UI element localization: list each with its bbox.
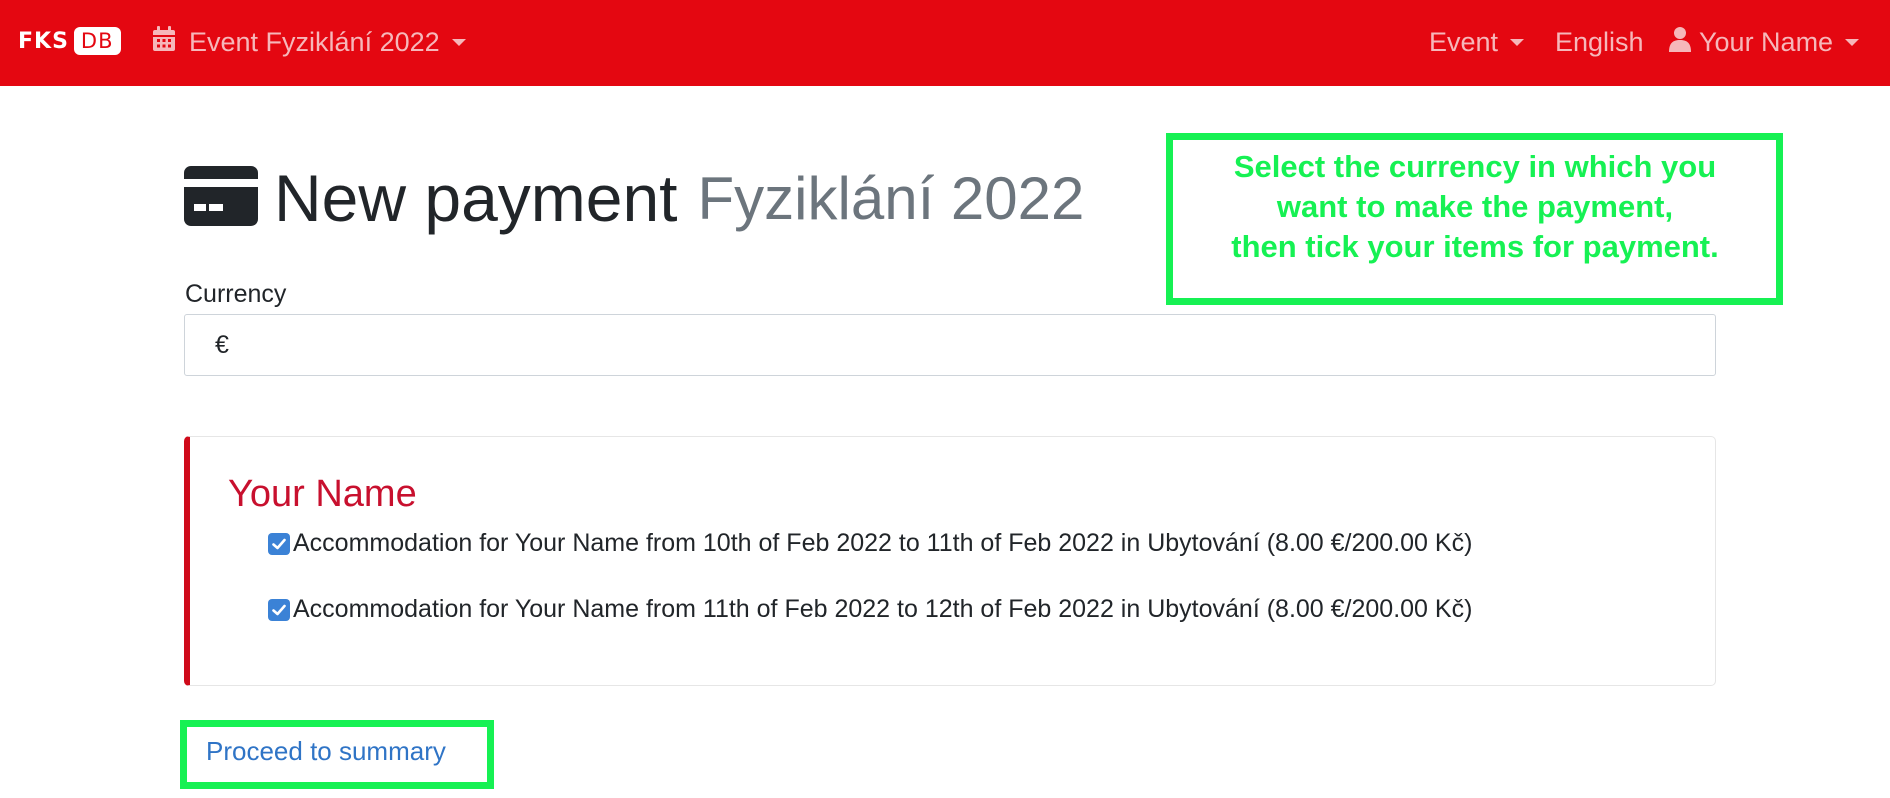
person-name-heading: Your Name	[228, 473, 417, 515]
item-checkbox[interactable]	[268, 532, 290, 555]
checkmark-icon	[272, 604, 286, 615]
calendar-icon	[151, 25, 177, 60]
payment-item-label: Accommodation for Your Name from 11th of…	[293, 595, 1473, 623]
instruction-line: want to make the payment,	[1276, 189, 1674, 224]
logo-badge: DB	[73, 27, 121, 55]
logo-text: FKS	[18, 28, 69, 54]
payment-item[interactable]: Accommodation for Your Name from 11th of…	[268, 595, 1472, 624]
language-label: English	[1555, 26, 1644, 57]
event-selector-dropdown[interactable]: Event Fyziklání 2022	[151, 22, 466, 62]
currency-select-value: €	[215, 330, 229, 359]
event-menu-dropdown[interactable]: Event	[1429, 22, 1525, 62]
proceed-highlight-box	[180, 720, 494, 789]
user-menu-dropdown[interactable]: Your Name	[1669, 22, 1860, 62]
language-link[interactable]: English	[1555, 22, 1644, 62]
chevron-down-icon	[1845, 38, 1860, 46]
instruction-text: Select the currency in which you want to…	[1170, 147, 1780, 267]
fksdb-logo[interactable]: FKS DB	[18, 26, 121, 56]
checkmark-icon	[272, 538, 286, 549]
payment-item[interactable]: Accommodation for Your Name from 10th of…	[268, 529, 1472, 558]
person-payment-card: Your Name Accommodation for Your Name fr…	[184, 436, 1716, 686]
top-navbar: FKS DB Event Fyziklání 2022 Event Englis…	[0, 0, 1890, 86]
page-subtitle: Fyziklání 2022	[697, 164, 1085, 232]
item-checkbox[interactable]	[268, 598, 290, 621]
user-menu-label: Your Name	[1699, 26, 1834, 57]
payment-item-label: Accommodation for Your Name from 10th of…	[293, 529, 1473, 557]
chevron-down-icon	[1510, 38, 1525, 46]
instruction-line: then tick your items for payment.	[1231, 229, 1719, 264]
page-title: New payment Fyziklání 2022	[184, 158, 1084, 238]
instruction-line: Select the currency in which you	[1233, 149, 1717, 184]
event-selector-label: Event Fyziklání 2022	[189, 26, 440, 57]
chevron-down-icon	[451, 38, 466, 46]
credit-card-icon	[184, 165, 258, 231]
currency-label: Currency	[185, 280, 287, 308]
user-icon	[1669, 26, 1691, 59]
event-menu-label: Event	[1429, 26, 1499, 57]
page-title-text: New payment	[274, 161, 678, 235]
currency-select[interactable]: €	[184, 314, 1716, 376]
